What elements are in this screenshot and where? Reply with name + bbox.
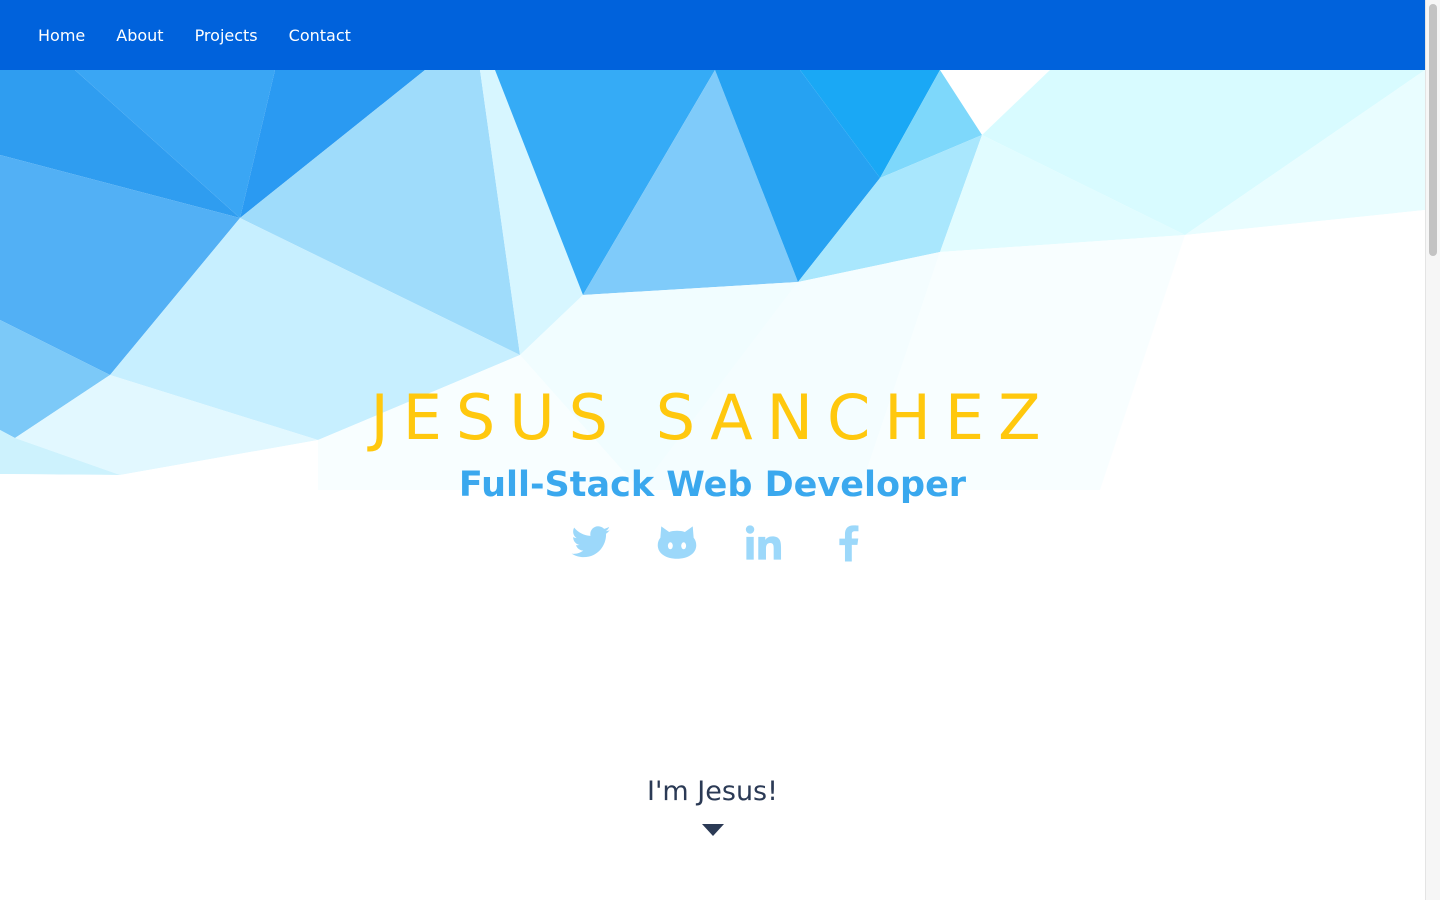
top-navbar: Home About Projects Contact (0, 0, 1425, 70)
nav-about-link[interactable]: About (116, 26, 163, 45)
hero-subtitle: Full-Stack Web Developer (458, 465, 967, 505)
facebook-icon[interactable] (826, 522, 872, 564)
hero-name: JESUS SANCHEZ (370, 381, 1055, 454)
github-icon[interactable] (654, 522, 700, 564)
linkedin-icon[interactable] (740, 522, 786, 564)
social-links (568, 522, 912, 564)
nav-links: Home About Projects Contact (38, 0, 382, 70)
vertical-scrollbar[interactable] (1425, 0, 1440, 900)
nav-contact-link[interactable]: Contact (289, 26, 351, 45)
caret-down-icon[interactable] (702, 824, 724, 836)
nav-home-link[interactable]: Home (38, 26, 85, 45)
page: Home About Projects Contact JESUS SANCHE… (0, 0, 1425, 900)
scrollbar-thumb[interactable] (1429, 4, 1437, 256)
intro-section: I'm Jesus! (0, 772, 1425, 836)
twitter-icon[interactable] (568, 522, 614, 564)
nav-projects-link[interactable]: Projects (195, 26, 258, 45)
intro-heading: I'm Jesus! (647, 776, 778, 807)
